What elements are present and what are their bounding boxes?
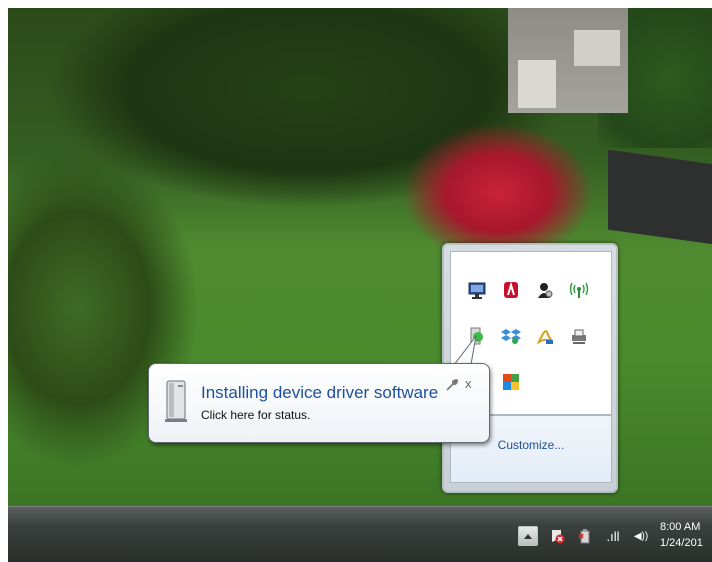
clock-date: 1/24/201	[660, 537, 703, 549]
printer-icon[interactable]	[567, 324, 591, 348]
dropbox-icon[interactable]	[499, 324, 523, 348]
clock-time: 8:00 AM	[660, 521, 701, 533]
wallpaper-garage-door	[518, 60, 556, 108]
network-user-icon[interactable]	[533, 278, 557, 302]
clock[interactable]: 8:00 AM 1/24/201	[660, 519, 703, 551]
wrench-icon[interactable]	[445, 378, 459, 392]
wallpaper-driveway	[608, 149, 712, 247]
power-icon[interactable]	[576, 527, 594, 545]
apps-icon[interactable]	[499, 370, 523, 394]
close-icon[interactable]: x	[465, 376, 479, 391]
taskbar: .ıll ◀)) 8:00 AM 1/24/201	[8, 506, 712, 562]
acrobat-icon[interactable]	[533, 324, 557, 348]
balloon-status-link[interactable]: Click here for status.	[201, 408, 310, 422]
balloon-notification[interactable]: Installing device driver software Click …	[148, 363, 490, 443]
balloon-title: Installing device driver software	[201, 383, 439, 402]
device-driver-icon	[161, 379, 191, 423]
action-center-icon[interactable]	[548, 527, 566, 545]
wireless-icon[interactable]	[567, 278, 591, 302]
adobe-icon[interactable]	[499, 278, 523, 302]
signal-icon[interactable]: .ıll	[604, 527, 622, 545]
system-tray: .ıll ◀))	[518, 521, 650, 551]
volume-icon[interactable]: ◀))	[632, 527, 650, 545]
up-arrow-icon[interactable]	[518, 526, 538, 546]
wallpaper-window	[574, 30, 620, 66]
monitor-icon[interactable]	[465, 278, 489, 302]
wallpaper-house	[508, 8, 628, 113]
